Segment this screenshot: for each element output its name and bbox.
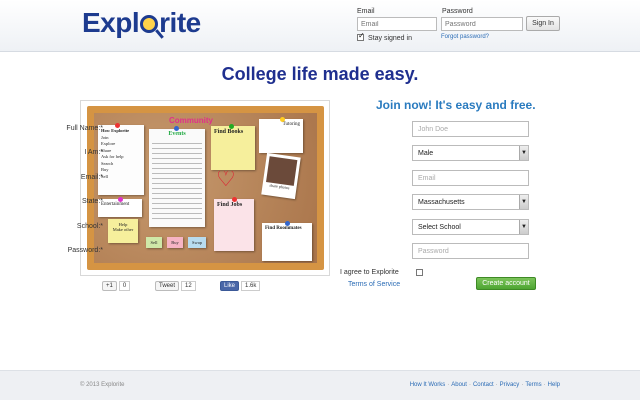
copyright: © 2013 Explorite bbox=[80, 382, 125, 388]
top-header: Expl rite Email Password Sign In Stay sig… bbox=[0, 0, 640, 52]
find-roommates-note: Find Roommates bbox=[262, 223, 312, 261]
agree-checkbox[interactable] bbox=[416, 269, 423, 276]
stay-signed-in-label: Stay signed in bbox=[368, 35, 412, 42]
login-email-input[interactable] bbox=[357, 17, 437, 31]
agree-label: I agree to Explorite bbox=[340, 269, 399, 276]
create-account-button[interactable]: Create account bbox=[476, 277, 536, 290]
footer-link-privacy[interactable]: Privacy bbox=[500, 382, 520, 388]
iam-select[interactable]: Male ▼ bbox=[412, 145, 529, 161]
footer-link-how-it-works[interactable]: How It Works bbox=[410, 382, 446, 388]
facebook-like-button[interactable]: Like bbox=[220, 281, 240, 291]
school-select[interactable]: Select School ▼ bbox=[412, 219, 529, 235]
join-title: Join now! It's easy and free. bbox=[376, 98, 536, 112]
stay-signed-in[interactable]: Stay signed in bbox=[357, 31, 412, 42]
find-jobs-note: Find Jobs bbox=[214, 199, 254, 251]
state-select[interactable]: Massachusetts ▼ bbox=[412, 194, 529, 210]
login-password-label: Password bbox=[442, 8, 473, 15]
magnifier-icon bbox=[140, 15, 159, 33]
terms-of-service-link[interactable]: Terms of Service bbox=[348, 281, 400, 288]
tweet-button[interactable]: Tweet bbox=[155, 281, 180, 291]
help-note: Help Make other bbox=[108, 219, 138, 243]
heart-icon: ♡ bbox=[216, 171, 236, 192]
chevron-down-icon: ▼ bbox=[519, 195, 528, 209]
page-headline: College life made easy. bbox=[221, 64, 419, 84]
school-value: Select School bbox=[418, 224, 461, 231]
explorite-logo[interactable]: Expl rite bbox=[82, 7, 201, 39]
corkboard: Community How Explorite Join Explore Sha… bbox=[87, 106, 324, 270]
state-label: State:* bbox=[81, 198, 103, 205]
chevron-down-icon: ▼ bbox=[519, 146, 528, 160]
iam-value: Male bbox=[418, 150, 434, 157]
how-item: Sell bbox=[101, 173, 109, 179]
swap-note: Swap bbox=[188, 237, 206, 248]
school-label: School:* bbox=[76, 223, 103, 230]
footer-link-contact[interactable]: Contact bbox=[473, 382, 494, 388]
email-label: Email:* bbox=[80, 174, 103, 181]
make-other-label: Make other bbox=[112, 227, 134, 232]
sign-in-button[interactable]: Sign In bbox=[526, 16, 560, 31]
google-plus-count: 0 bbox=[118, 281, 131, 291]
footer-link-help[interactable]: Help bbox=[548, 382, 560, 388]
tutoring-note: Tutoring bbox=[259, 119, 303, 153]
footer-links: How It Works · About · Contact · Privacy · Terms… bbox=[409, 382, 560, 388]
buy-note: Buy bbox=[167, 237, 183, 248]
fullname-label: Full Name:* bbox=[66, 125, 103, 132]
how-note: How Explorite Join Explore Share Ask for… bbox=[98, 125, 144, 195]
footer-link-terms[interactable]: Terms bbox=[525, 382, 541, 388]
find-books-note: Find Books bbox=[211, 126, 255, 170]
login-password-input[interactable] bbox=[441, 17, 523, 31]
forgot-password-link[interactable]: Forgot password? bbox=[441, 34, 489, 40]
corkboard-illustration: Community How Explorite Join Explore Sha… bbox=[80, 100, 330, 276]
photo-note: share photos bbox=[261, 152, 301, 200]
fullname-input[interactable]: John Doe bbox=[412, 121, 529, 137]
google-plus-button[interactable]: +1 bbox=[102, 281, 117, 291]
footer: © 2013 Explorite How It Works · About · Cont… bbox=[0, 370, 640, 400]
login-email-label: Email bbox=[357, 8, 375, 15]
iam-label: I Am:* bbox=[84, 149, 103, 156]
state-value: Massachusetts bbox=[418, 199, 465, 206]
events-title: Events bbox=[168, 131, 186, 137]
events-note: Events bbox=[149, 129, 205, 227]
stay-signed-in-checkbox[interactable] bbox=[357, 31, 365, 41]
password-label: Password:* bbox=[67, 247, 103, 254]
footer-link-about[interactable]: About bbox=[451, 382, 467, 388]
password-field[interactable]: Password bbox=[412, 243, 529, 259]
tweet-widget[interactable]: Tweet 12 bbox=[155, 281, 196, 291]
email-field[interactable]: Email bbox=[412, 170, 529, 186]
facebook-like-widget[interactable]: Like 1.6k bbox=[220, 281, 261, 291]
logo-text-prefix: Expl bbox=[82, 7, 140, 38]
facebook-like-count: 1.6k bbox=[241, 281, 261, 291]
chevron-down-icon: ▼ bbox=[519, 220, 528, 234]
google-plus-widget[interactable]: +1 0 bbox=[102, 281, 131, 291]
tweet-count: 12 bbox=[181, 281, 196, 291]
logo-text-suffix: rite bbox=[159, 7, 201, 38]
sell-note: Sell bbox=[146, 237, 162, 248]
